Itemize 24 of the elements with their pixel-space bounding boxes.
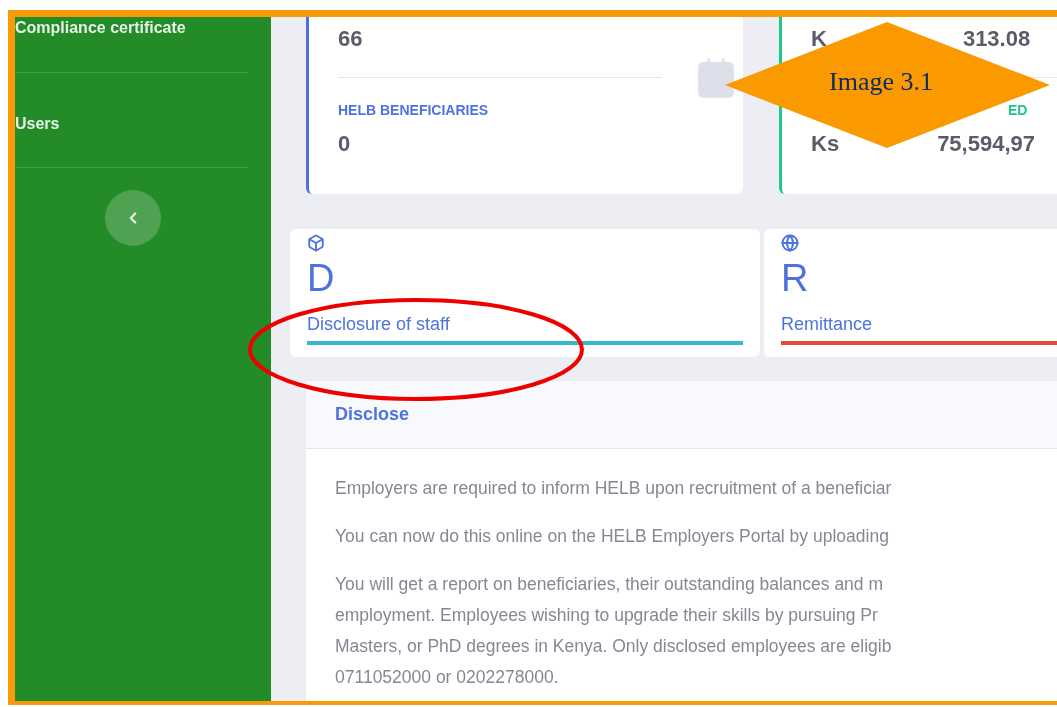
service-card[interactable]: D Disclosure of staff	[290, 229, 760, 357]
globe-icon	[781, 234, 799, 252]
paragraph: You will get a report on beneficiaries, their outstanding balances and m employment. Employees wishing to upgrade their skills by pursuing Pr Masters, or PhD degrees in Kenya. Only disclosed employees are eligib 0711052000 or 0202278000.	[335, 573, 893, 689]
service-card[interactable]: R Remittance	[764, 229, 1057, 357]
collapse-button[interactable]	[105, 190, 161, 246]
service-label: Disclosure of staff	[307, 314, 450, 335]
stat-label: HELB BENEFICIARIES	[338, 102, 489, 118]
stat-value: 66	[338, 26, 363, 52]
service-letter: D	[307, 256, 335, 300]
service-label: Remittance	[781, 314, 873, 335]
stat-value: 0	[338, 131, 351, 157]
paragraph: You can now do this online on the HELB Employers Portal by uploading	[335, 525, 890, 548]
stat-value: Ks	[811, 131, 840, 157]
panel-title: Disclose	[335, 404, 410, 425]
stat-value: 313.08	[962, 26, 1031, 52]
callout-text: Image 3.1	[829, 67, 933, 97]
stat-value: 75,594,97	[937, 131, 1035, 157]
sidebar-item[interactable]: Compliance certificate	[15, 17, 248, 73]
paragraph: Employers are required to inform HELB upon recruitment of a beneficiar	[335, 477, 893, 500]
service-letter: R	[781, 256, 809, 300]
stat-label: ED	[1008, 102, 1028, 118]
sidebar-item[interactable]: Users	[15, 73, 248, 168]
stat-value: K	[811, 26, 827, 52]
cube-icon	[307, 234, 325, 252]
